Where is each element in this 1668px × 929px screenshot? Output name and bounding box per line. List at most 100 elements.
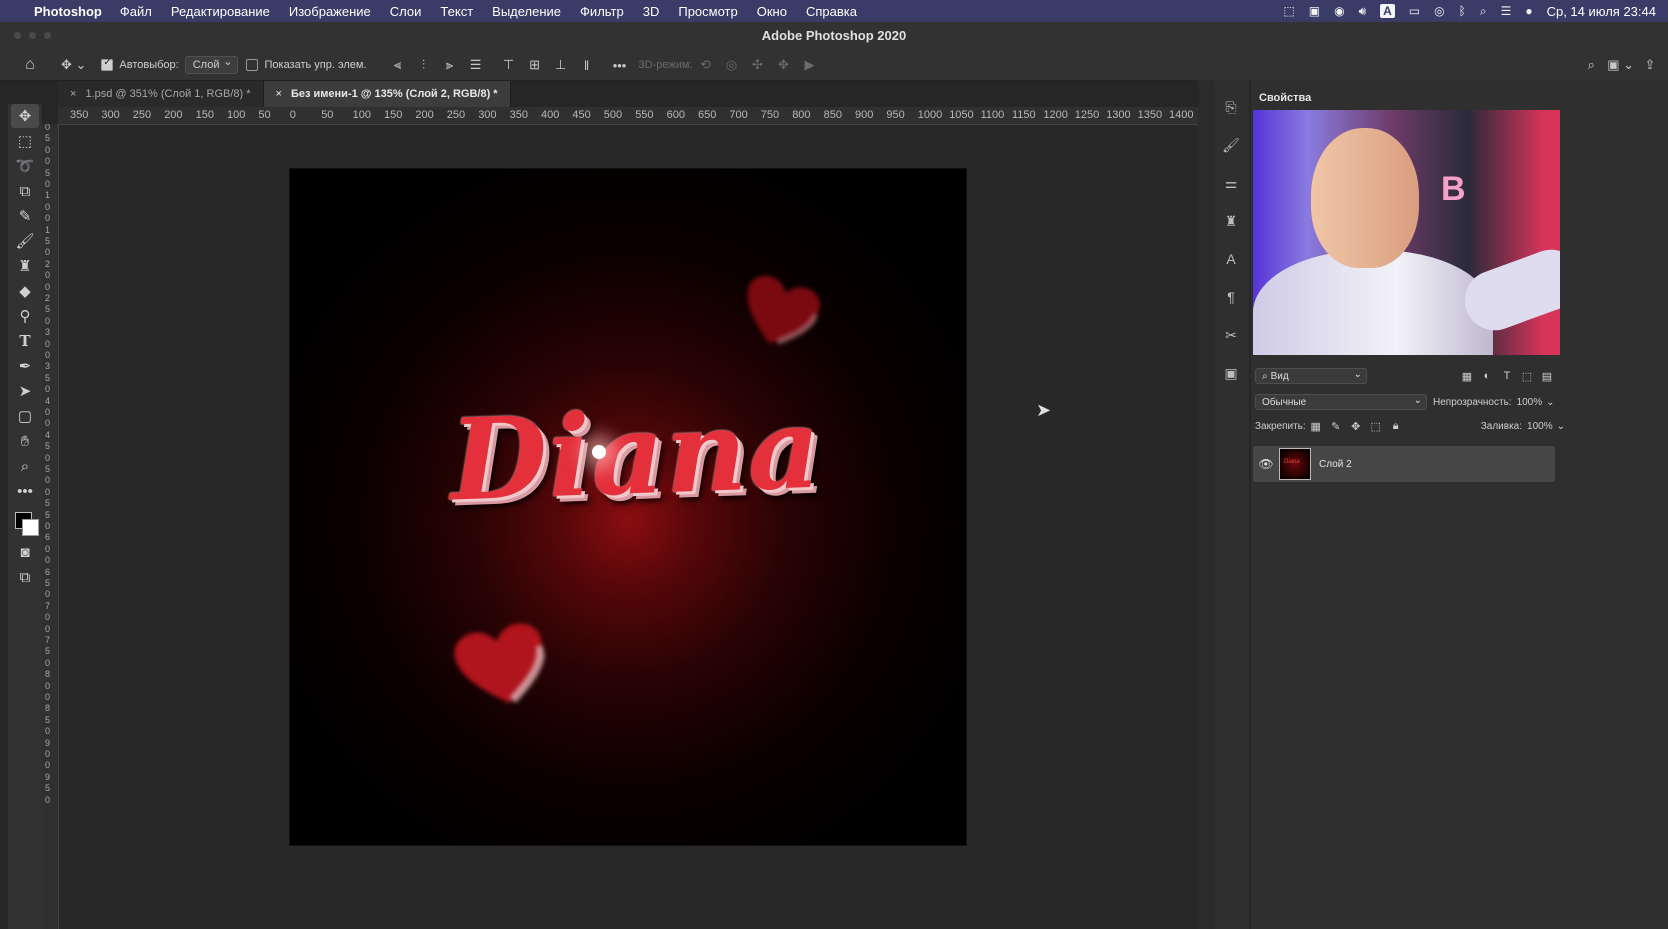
tab-document-2[interactable]: × Без имени-1 @ 135% (Слой 2, RGB/8) * [263,81,511,107]
layer-filter-select[interactable]: ⌕ Вид ⌄ [1255,368,1367,384]
blend-mode-select[interactable]: Обычные ⌄ [1255,394,1427,410]
brush-tool-icon[interactable]: 🖌︎ [11,229,39,253]
app-menu[interactable]: Photoshop [34,4,102,19]
eyedropper-tool-icon[interactable]: ✎ [11,204,39,228]
minimize-window-icon[interactable] [29,32,36,39]
autoselect-target-select[interactable]: Слой [184,55,239,74]
document-canvas[interactable]: Diana [290,169,966,845]
menu-image[interactable]: Изображение [289,4,371,19]
eraser-tool-icon[interactable]: ◆ [11,279,39,303]
visibility-eye-icon[interactable]: 👁︎ [1253,457,1279,471]
type-tool-icon[interactable]: T [11,329,39,353]
clone-source-icon[interactable]: ♜ [1218,208,1244,234]
pen-tool-icon[interactable]: ✒ [11,354,39,378]
lasso-tool-icon[interactable]: ➰ [11,154,39,178]
object-select-tool-icon[interactable]: ⧉ [11,179,39,203]
zoom-tool-icon[interactable]: ⌕ [11,454,39,478]
lock-artboard-icon[interactable]: ⬚ [1366,420,1386,433]
background-color-swatch[interactable] [22,519,39,536]
filter-shape-icon[interactable]: ⬚ [1517,370,1537,383]
fill-input[interactable]: 100% [1527,421,1553,432]
bluetooth-icon[interactable]: ᛒ [1459,4,1466,18]
workspace-icon[interactable]: ▣ ⌄ [1607,54,1634,76]
stamp-tool-icon[interactable]: ♜ [11,254,39,278]
color-swatches[interactable] [11,504,39,540]
close-window-icon[interactable] [14,32,21,39]
screenshot-icon[interactable]: ⬚ [1283,4,1294,18]
menu-view[interactable]: Просмотр [678,4,737,19]
align-top-icon[interactable]: ⊤ [499,54,519,76]
menu-type[interactable]: Текст [440,4,473,19]
horizontal-ruler[interactable]: 350 300 250 200 150 100 50 0 50 100 150 200 250 300 35… [58,107,1198,125]
distribute-h-icon[interactable]: ☰ [466,54,486,76]
menu-3d[interactable]: 3D [643,4,660,19]
marquee-tool-icon[interactable]: ⬚ [11,129,39,153]
canvas-text-layer[interactable]: Diana [448,383,824,527]
zoom-window-icon[interactable] [44,32,51,39]
opacity-chevron-icon[interactable]: ⌄ [1546,397,1554,408]
volume-icon[interactable]: 🔊︎ [1359,4,1367,19]
spotlight-icon[interactable]: ⌕ [1480,4,1487,19]
align-left-icon[interactable]: ⫷ [388,54,408,76]
menu-file[interactable]: Файл [120,4,152,19]
close-tab-icon[interactable]: × [276,88,282,100]
align-center-h-icon[interactable]: ⫶ [414,54,434,76]
vertical-ruler[interactable]: 0500501001502002503003504004505005506006… [42,124,59,929]
libraries-icon[interactable]: ▣ [1218,360,1244,386]
distribute-v-icon[interactable]: ‖ [577,54,597,76]
menu-filter[interactable]: Фильтр [580,4,624,19]
align-middle-v-icon[interactable]: ⊞ [525,54,545,76]
paragraph-panel-icon[interactable]: ¶ [1218,284,1244,310]
keyboard-layout-icon[interactable]: A [1380,4,1395,18]
home-icon[interactable]: ⌂ [20,54,40,76]
menu-edit[interactable]: Редактирование [171,4,270,19]
menu-help[interactable]: Справка [806,4,857,19]
filter-adjustment-icon[interactable]: ◐ [1477,370,1497,382]
align-bottom-icon[interactable]: ⊥ [551,54,571,76]
tool-presets-icon[interactable]: ✂ [1218,322,1244,348]
layer-name[interactable]: Слой 2 [1319,459,1352,470]
panel-collapse-strip[interactable] [1198,80,1212,929]
brush-settings-icon[interactable]: 🖌︎ [1218,132,1244,158]
panel-title[interactable]: Свойства [1259,92,1311,104]
history-panel-icon[interactable]: ⎘ [1218,94,1244,120]
wifi-icon[interactable]: ◉ [1334,4,1344,18]
tab-document-1[interactable]: × 1.psd @ 351% (Слой 1, RGB/8) * [58,81,264,107]
adjustments-icon[interactable]: ⚌ [1218,170,1244,196]
menu-window[interactable]: Окно [757,4,787,19]
opacity-input[interactable]: 100% [1517,397,1543,408]
screen-mode-icon[interactable]: ⧉ [11,565,39,589]
move-tool-icon[interactable]: ✥ [11,104,39,128]
lock-pixels-icon[interactable]: ✎ [1326,420,1346,433]
close-tab-icon[interactable]: × [70,88,76,100]
filter-smartobject-icon[interactable]: ▤ [1537,370,1557,383]
lock-all-icon[interactable]: 🔒︎ [1386,420,1406,433]
lock-position-icon[interactable]: ✥ [1346,420,1366,433]
control-center-icon[interactable]: ☰ [1501,4,1512,18]
battery-icon[interactable]: ▭ [1409,4,1420,18]
menu-select[interactable]: Выделение [492,4,561,19]
lock-transparent-icon[interactable]: ▦ [1306,420,1326,433]
user-icon[interactable]: ◎ [1434,4,1444,18]
hand-tool-icon[interactable]: ✋︎ [11,429,39,453]
move-tool-preset-icon[interactable]: ✥ ⌄ [61,54,86,76]
siri-icon[interactable]: ● [1525,4,1532,18]
record-icon[interactable]: ▣ [1309,4,1320,18]
dodge-tool-icon[interactable]: ⚲ [11,304,39,328]
layer-item[interactable]: 👁︎ Слой 2 [1253,446,1555,482]
more-tools-icon[interactable]: ••• [11,479,39,503]
menu-layers[interactable]: Слои [390,4,422,19]
search-icon[interactable]: ⌕ [1581,54,1601,76]
share-icon[interactable]: ⇪ [1640,54,1660,76]
menubar-clock[interactable]: Ср, 14 июля 23:44 [1547,4,1656,19]
show-transform-checkbox[interactable] [246,59,259,71]
more-options-icon[interactable]: ••• [610,54,630,76]
path-select-tool-icon[interactable]: ➤ [11,379,39,403]
align-right-icon[interactable]: ⫸ [440,54,460,76]
filter-pixel-icon[interactable]: ▦ [1457,370,1477,383]
autoselect-checkbox[interactable] [101,57,114,71]
quick-mask-icon[interactable]: ◙ [11,540,39,564]
character-panel-icon[interactable]: A [1218,246,1244,272]
shape-tool-icon[interactable]: ▢ [11,404,39,428]
fill-chevron-icon[interactable]: ⌄ [1557,421,1565,432]
